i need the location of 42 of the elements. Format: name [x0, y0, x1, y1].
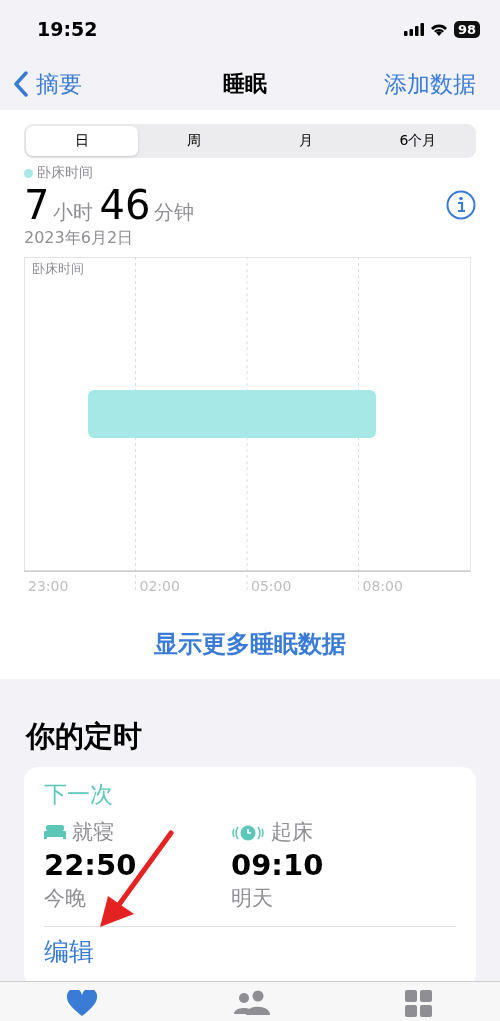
hours-unit: 小时 [53, 199, 94, 226]
period-tab[interactable]: 日 [26, 126, 138, 156]
section-heading: 你的定时 [26, 718, 143, 755]
hours-value: 7 [24, 182, 50, 228]
period-tab[interactable]: 月 [250, 126, 362, 156]
axis-tick-label: 02:00 [139, 578, 180, 594]
schedule-time: 22:50 [44, 848, 138, 882]
heart-icon [67, 990, 98, 1016]
axis-tick-label: 05:00 [251, 578, 292, 594]
period-tab[interactable]: 6个月 [362, 126, 474, 156]
next-label: 下一次 [44, 781, 113, 807]
schedule-label: 起床 [271, 819, 313, 846]
bed-icon [44, 825, 66, 839]
tab-bar-item[interactable] [404, 990, 433, 1018]
people-icon [232, 990, 270, 1016]
add-data-button[interactable]: 添加数据 [384, 68, 476, 100]
status-time: 19:52 [37, 18, 98, 40]
chart-title: 卧床时间 [32, 261, 84, 276]
schedule-day: 明天 [231, 884, 456, 912]
tab-bar-item[interactable] [232, 990, 270, 1016]
show-more-link[interactable]: 显示更多睡眠数据 [148, 627, 352, 661]
back-button[interactable]: 摘要 [14, 68, 82, 100]
axis-tick-label: 08:00 [362, 578, 403, 594]
legend-dot [24, 168, 33, 178]
edit-button[interactable]: 编辑 [44, 927, 94, 968]
battery-level: 98 [453, 20, 480, 38]
chevron-left-icon [14, 71, 28, 97]
signal-icon [403, 22, 424, 36]
tab-bar-item[interactable] [67, 990, 98, 1016]
schedule-day: 今晚 [44, 884, 231, 912]
period-tab[interactable]: 周 [138, 126, 250, 156]
legend-label: 卧床时间 [37, 164, 93, 182]
schedule-label: 就寝 [72, 819, 114, 846]
wifi-icon [429, 22, 448, 36]
schedule-time: 09:10 [231, 848, 325, 882]
grid-icon [404, 990, 433, 1018]
minutes-value: 46 [99, 182, 151, 228]
minutes-unit: 分钟 [154, 199, 195, 226]
info-icon[interactable] [446, 190, 476, 220]
date-label: 2023年6月2日 [24, 228, 135, 249]
axis-tick-label: 23:00 [28, 578, 69, 594]
page-title: 睡眠 [223, 70, 267, 98]
